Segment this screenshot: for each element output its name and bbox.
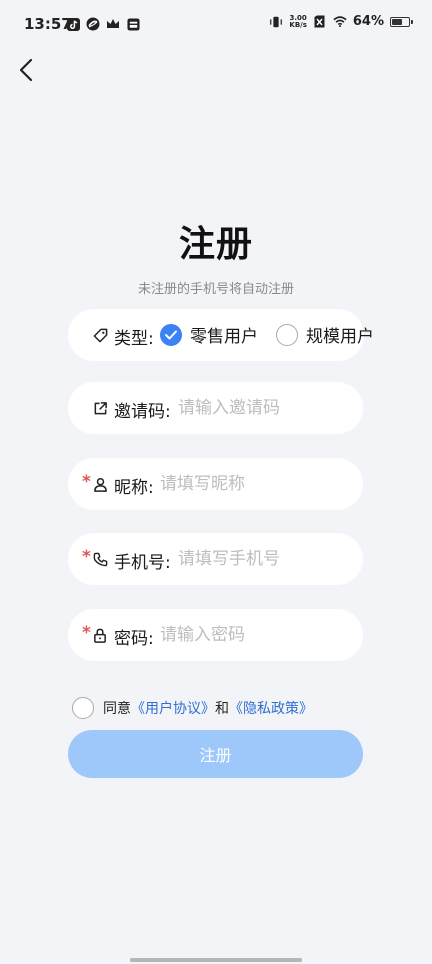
radio-scale-indicator[interactable] (276, 323, 298, 346)
register-button[interactable]: 注册 (68, 730, 363, 778)
required-mark: * (82, 547, 91, 567)
nickname-label: 昵称: (114, 478, 154, 498)
user-type-radio-group: 零售用户 规模用户 (160, 322, 392, 347)
tiktok-icon (66, 17, 80, 31)
privacy-policy-link[interactable]: 《隐私政策》 (229, 698, 313, 718)
vibrate-icon (269, 15, 283, 29)
radio-scale-label[interactable]: 规模用户 (306, 322, 374, 347)
user-type-label: 类型: (114, 329, 154, 349)
password-input[interactable] (160, 622, 355, 648)
battery-percent: 64% (352, 14, 384, 29)
lock-icon (92, 627, 108, 643)
radio-retail-user[interactable]: 零售用户 (160, 322, 258, 347)
tag-icon (92, 327, 108, 343)
invite-code-input[interactable] (178, 395, 353, 421)
chevron-left-icon (19, 58, 33, 82)
user-type-row: 类型: 零售用户 规模用户 (68, 309, 374, 361)
home-indicator[interactable] (130, 958, 302, 962)
radio-retail-indicator[interactable] (160, 323, 182, 346)
status-time: 13:57 (24, 15, 72, 33)
nickname-input[interactable] (160, 471, 355, 497)
page-subtitle: 未注册的手机号将自动注册 (137, 282, 294, 297)
no-sim-icon (313, 15, 327, 29)
invite-code-row: 邀请码: (68, 382, 363, 434)
app-icon (86, 17, 100, 31)
agreement-checkbox[interactable] (72, 697, 94, 719)
phone-label: 手机号: (114, 553, 171, 573)
required-mark: * (82, 472, 91, 492)
phone-icon (92, 551, 108, 567)
nickname-row: * 昵称: (68, 458, 363, 510)
radio-retail-label[interactable]: 零售用户 (190, 322, 258, 347)
status-left-icons (66, 17, 140, 31)
agreement: 同意 《用户协议》 和 《隐私政策》 (72, 697, 313, 719)
agreement-conjunction: 和 (215, 701, 229, 717)
user-agreement-link[interactable]: 《用户协议》 (131, 698, 215, 718)
phone-input[interactable] (178, 546, 356, 572)
required-mark: * (82, 623, 91, 643)
external-link-icon (92, 400, 108, 416)
check-icon (165, 330, 177, 339)
register-screen: 13:57 3.00 KB/s 64% 注册 未注册的手机号将自动注册 类型: … (0, 0, 432, 964)
phone-row: * 手机号: (68, 533, 363, 585)
user-icon (92, 476, 108, 492)
password-row: * 密码: (68, 609, 363, 661)
back-button[interactable] (10, 54, 42, 86)
status-bar: 13:57 3.00 KB/s 64% (0, 0, 432, 50)
net-speed: 3.00 KB/s (289, 13, 307, 29)
agreement-prefix: 同意 (103, 701, 131, 717)
invite-code-label: 邀请码: (114, 402, 171, 422)
wallet-icon (126, 17, 140, 31)
wifi-icon (333, 15, 347, 29)
password-label: 密码: (114, 629, 154, 649)
battery-icon (390, 16, 413, 27)
battery-fill (392, 18, 402, 25)
status-right-icons: 3.00 KB/s 64% (269, 13, 413, 29)
page-title: 注册 (178, 224, 253, 265)
crown-icon (106, 17, 120, 31)
radio-scale-user[interactable]: 规模用户 (276, 322, 374, 347)
